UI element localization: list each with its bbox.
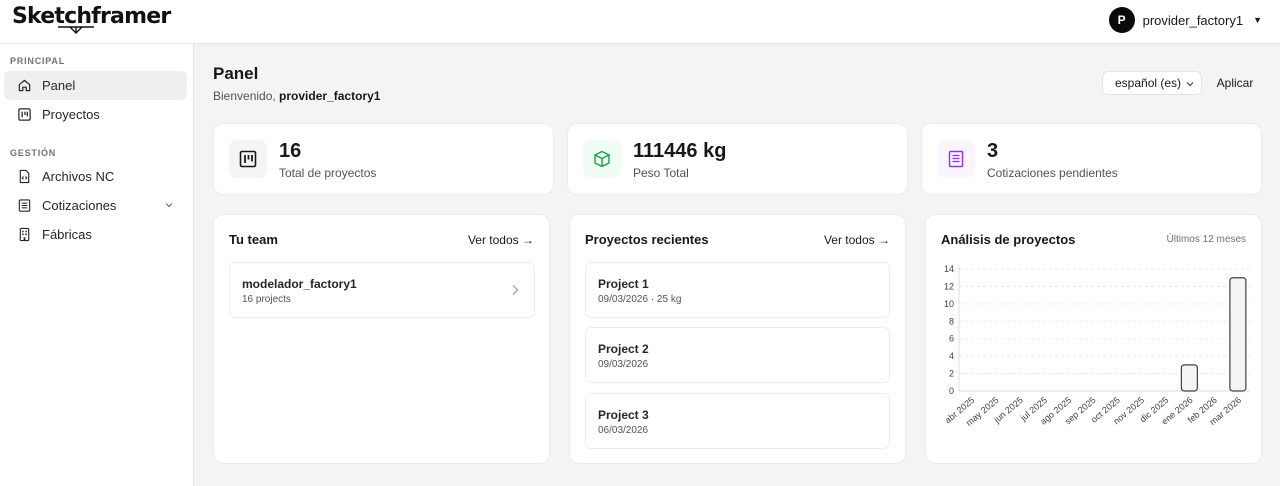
apply-button[interactable]: Aplicar bbox=[1210, 71, 1260, 95]
file-code-icon bbox=[17, 169, 32, 184]
project-row[interactable]: Project 2 09/03/2026 bbox=[585, 327, 890, 383]
member-name: modelador_factory1 bbox=[242, 277, 357, 291]
recent-projects-card: Proyectos recientes Ver todos → Project … bbox=[569, 214, 906, 464]
recent-view-all-link[interactable]: Ver todos → bbox=[824, 233, 890, 247]
project-name: Project 2 bbox=[598, 342, 649, 356]
team-card: Tu team Ver todos → modelador_factory1 1… bbox=[213, 214, 550, 464]
stat-card-quotes: 3 Cotizaciones pendientes bbox=[921, 123, 1262, 195]
chevron-down-icon bbox=[1186, 82, 1194, 87]
sidebar-section-principal: PRINCIPAL bbox=[10, 56, 66, 66]
team-title: Tu team bbox=[229, 232, 278, 247]
sidebar-item-label: Fábricas bbox=[42, 227, 92, 242]
member-meta: 16 projects bbox=[242, 294, 291, 305]
avatar: P bbox=[1108, 7, 1135, 33]
stat-label: Peso Total bbox=[633, 166, 689, 180]
kanban-icon bbox=[17, 107, 32, 122]
user-menu[interactable]: P provider_factory1 ▼ bbox=[1108, 7, 1262, 33]
sidebar-item-proyectos[interactable]: Proyectos bbox=[4, 100, 187, 129]
y-tick-label: 6 bbox=[949, 334, 954, 344]
project-name: Project 1 bbox=[598, 277, 649, 291]
analysis-card: Análisis de proyectos Últimos 12 meses 0… bbox=[925, 214, 1262, 464]
y-tick-label: 14 bbox=[944, 264, 954, 274]
stat-label: Total de proyectos bbox=[279, 166, 377, 180]
stat-card-projects: 16 Total de proyectos bbox=[213, 123, 554, 195]
recent-title: Proyectos recientes bbox=[585, 232, 709, 247]
receipt-icon bbox=[937, 140, 975, 178]
sidebar-section-gestion: GESTIÓN bbox=[10, 148, 57, 158]
projects-bar-chart: 02468101214abr 2025may 2025jun 2025jul 2… bbox=[943, 264, 1250, 428]
team-view-all-link[interactable]: Ver todos → bbox=[468, 233, 534, 247]
caret-down-icon: ▼ bbox=[1253, 15, 1262, 25]
bar bbox=[1229, 277, 1247, 392]
stat-card-weight: 111446 kg Peso Total bbox=[567, 123, 908, 195]
building-icon bbox=[17, 227, 32, 242]
chevron-right-icon bbox=[512, 285, 519, 295]
sidebar-item-panel[interactable]: Panel bbox=[4, 71, 187, 100]
box-icon bbox=[583, 140, 621, 178]
sidebar-item-label: Cotizaciones bbox=[42, 198, 117, 213]
stat-value: 3 bbox=[987, 140, 999, 162]
sidebar-item-archivos-nc[interactable]: Archivos NC bbox=[4, 162, 187, 191]
welcome-prefix: Bienvenido, bbox=[213, 89, 280, 103]
sidebar-item-fabricas[interactable]: Fábricas bbox=[4, 220, 187, 249]
kanban-icon bbox=[229, 140, 267, 178]
y-tick-label: 4 bbox=[949, 351, 954, 361]
language-selected: español (es) bbox=[1115, 76, 1182, 90]
team-member-row[interactable]: modelador_factory1 16 projects bbox=[229, 262, 535, 318]
project-name: Project 3 bbox=[598, 408, 649, 422]
sidebar-item-cotizaciones[interactable]: Cotizaciones bbox=[4, 191, 187, 220]
sidebar-item-label: Proyectos bbox=[42, 107, 100, 122]
page-title: Panel bbox=[213, 64, 259, 83]
stat-value: 16 bbox=[279, 140, 302, 162]
chevron-down-icon[interactable] bbox=[163, 199, 175, 211]
sidebar-item-label: Archivos NC bbox=[42, 169, 115, 184]
welcome-user: provider_factory1 bbox=[279, 89, 381, 103]
logo-underline-icon bbox=[58, 26, 94, 34]
project-row[interactable]: Project 1 09/03/2026 · 25 kg bbox=[585, 262, 890, 318]
stat-label: Cotizaciones pendientes bbox=[987, 166, 1118, 180]
user-name: provider_factory1 bbox=[1142, 12, 1244, 28]
home-icon bbox=[17, 78, 32, 93]
y-tick-label: 2 bbox=[949, 369, 954, 379]
top-bar: Sketchframer P provider_factory1 ▼ bbox=[0, 0, 1280, 44]
bar bbox=[1180, 364, 1198, 392]
sidebar: PRINCIPAL Panel Proyectos GESTIÓN Archiv… bbox=[0, 44, 194, 486]
receipt-icon bbox=[17, 198, 32, 213]
language-select[interactable]: español (es) bbox=[1102, 71, 1202, 95]
welcome-text: Bienvenido, provider_factory1 bbox=[213, 89, 380, 103]
project-row[interactable]: Project 3 06/03/2026 bbox=[585, 393, 890, 449]
y-tick-label: 0 bbox=[949, 386, 954, 396]
sidebar-item-label: Panel bbox=[42, 78, 76, 93]
stat-value: 111446 kg bbox=[633, 140, 727, 162]
y-tick-label: 10 bbox=[944, 299, 954, 309]
project-meta: 09/03/2026 · 25 kg bbox=[598, 294, 682, 305]
y-tick-label: 12 bbox=[944, 281, 954, 291]
y-tick-label: 8 bbox=[949, 316, 954, 326]
project-meta: 09/03/2026 bbox=[598, 359, 649, 370]
project-meta: 06/03/2026 bbox=[598, 425, 649, 436]
